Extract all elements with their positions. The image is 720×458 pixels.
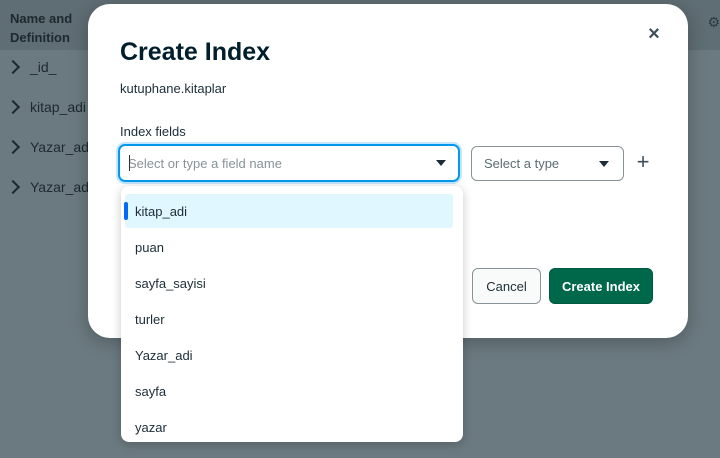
index-name: kitap_adi bbox=[30, 99, 87, 115]
caret-down-icon[interactable] bbox=[436, 160, 446, 166]
field-options-dropdown: kitap_adi puan sayfa_sayisi turler Yazar… bbox=[121, 186, 463, 442]
dropdown-option[interactable]: puan bbox=[125, 230, 453, 264]
dropdown-option[interactable]: turler bbox=[125, 302, 453, 336]
cancel-button[interactable]: Cancel bbox=[472, 268, 541, 304]
table-row[interactable]: Yazar_adi bbox=[5, 137, 93, 157]
type-select-placeholder: Select a type bbox=[484, 156, 560, 171]
dropdown-option[interactable]: yazar bbox=[125, 410, 453, 442]
table-row[interactable]: kitap_adi bbox=[5, 97, 87, 117]
dropdown-option[interactable]: sayfa_sayisi bbox=[125, 266, 453, 300]
chevron-right-icon bbox=[5, 179, 21, 195]
dropdown-option[interactable]: Yazar_adi bbox=[125, 338, 453, 372]
chevron-right-icon bbox=[5, 139, 21, 155]
dropdown-option[interactable]: kitap_adi bbox=[124, 194, 453, 228]
table-row[interactable]: _id_ bbox=[5, 57, 57, 77]
add-field-plus-icon[interactable]: + bbox=[633, 151, 653, 173]
create-index-button[interactable]: Create Index bbox=[549, 268, 653, 304]
table-row[interactable]: Yazar_adi bbox=[5, 177, 93, 197]
column-header-name-definition: Name and Definition bbox=[10, 11, 73, 45]
index-name: Yazar_adi bbox=[30, 179, 93, 195]
header-gear-icon: ⚙ bbox=[707, 14, 720, 30]
dropdown-option[interactable]: sayfa bbox=[125, 374, 453, 408]
index-fields-label: Index fields bbox=[120, 124, 186, 139]
text-cursor bbox=[129, 155, 130, 171]
index-type-select[interactable]: Select a type bbox=[471, 146, 624, 181]
field-name-input[interactable] bbox=[128, 148, 436, 178]
index-name: _id_ bbox=[30, 59, 57, 75]
modal-title: Create Index bbox=[120, 38, 271, 66]
namespace-label: kutuphane.kitaplar bbox=[120, 81, 227, 96]
field-name-combobox[interactable] bbox=[118, 144, 460, 182]
index-name: Yazar_adi bbox=[30, 139, 93, 155]
close-icon[interactable]: × bbox=[644, 24, 664, 44]
chevron-right-icon bbox=[5, 59, 21, 75]
caret-down-icon bbox=[599, 160, 609, 167]
chevron-right-icon bbox=[5, 99, 21, 115]
